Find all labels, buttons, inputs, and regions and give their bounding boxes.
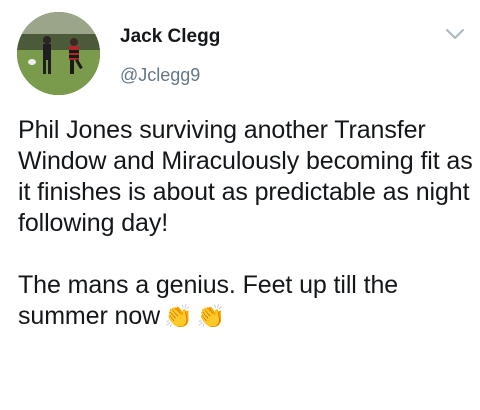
user-handle[interactable]: @Jclegg9 [120,63,200,87]
avatar-photo [17,12,100,95]
display-name[interactable]: Jack Clegg [120,25,220,49]
tweet-paragraph: Phil Jones surviving another Transfer Wi… [18,116,473,237]
chevron-down-icon[interactable] [444,26,466,42]
avatar[interactable] [17,12,100,95]
tweet-paragraph-2: The mans a genius. Feet up till the summ… [18,270,473,333]
clapping-hands-icon: 👏 [164,304,193,330]
tweet-text: Phil Jones surviving another Transfer Wi… [18,115,473,333]
clapping-hands-icon: 👏 [196,304,226,330]
tweet-card: Jack Clegg @Jclegg9 Phil Jones surviving… [0,0,480,410]
